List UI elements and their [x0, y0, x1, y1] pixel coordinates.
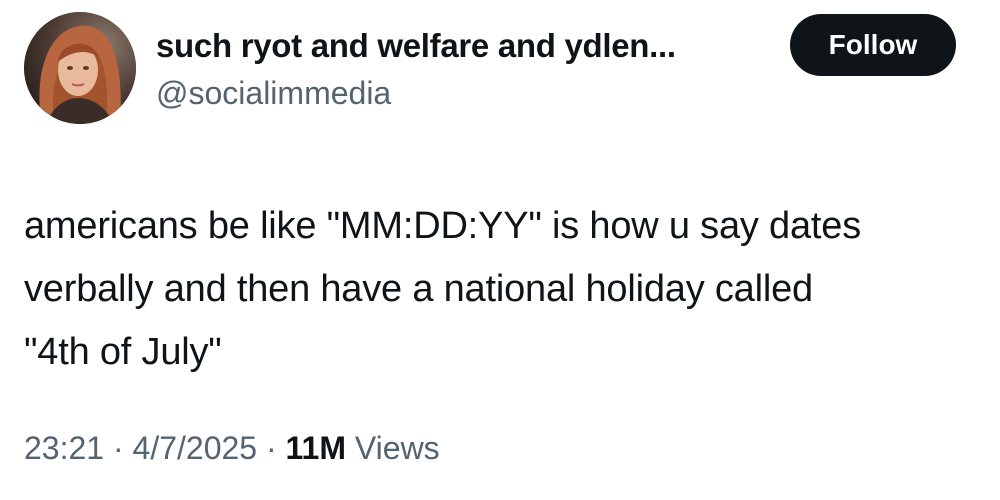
tweet-date[interactable]: 4/7/2025 — [133, 430, 258, 466]
meta-separator: · — [112, 430, 124, 466]
profile-photo-icon — [24, 12, 136, 124]
display-name[interactable]: such ryot and welfare and ydlen... — [156, 27, 676, 65]
avatar[interactable] — [24, 12, 136, 124]
views-label: Views — [354, 430, 440, 466]
user-handle[interactable]: @socialimmedia — [156, 75, 391, 112]
tweet-time[interactable]: 23:21 — [24, 430, 104, 466]
views-count: 11M — [285, 430, 346, 466]
tweet-line: "4th of July" — [24, 331, 222, 373]
tweet-line: americans be like "MM:DD:YY" is how u sa… — [24, 205, 861, 247]
tweet-meta: 23:21 · 4/7/2025 · 11M Views — [24, 430, 440, 467]
tweet-line: verbally and then have a national holida… — [24, 268, 813, 310]
follow-button[interactable]: Follow — [790, 14, 956, 76]
tweet-text: americans be like "MM:DD:YY" is how u sa… — [24, 195, 984, 384]
meta-separator: · — [265, 430, 277, 466]
